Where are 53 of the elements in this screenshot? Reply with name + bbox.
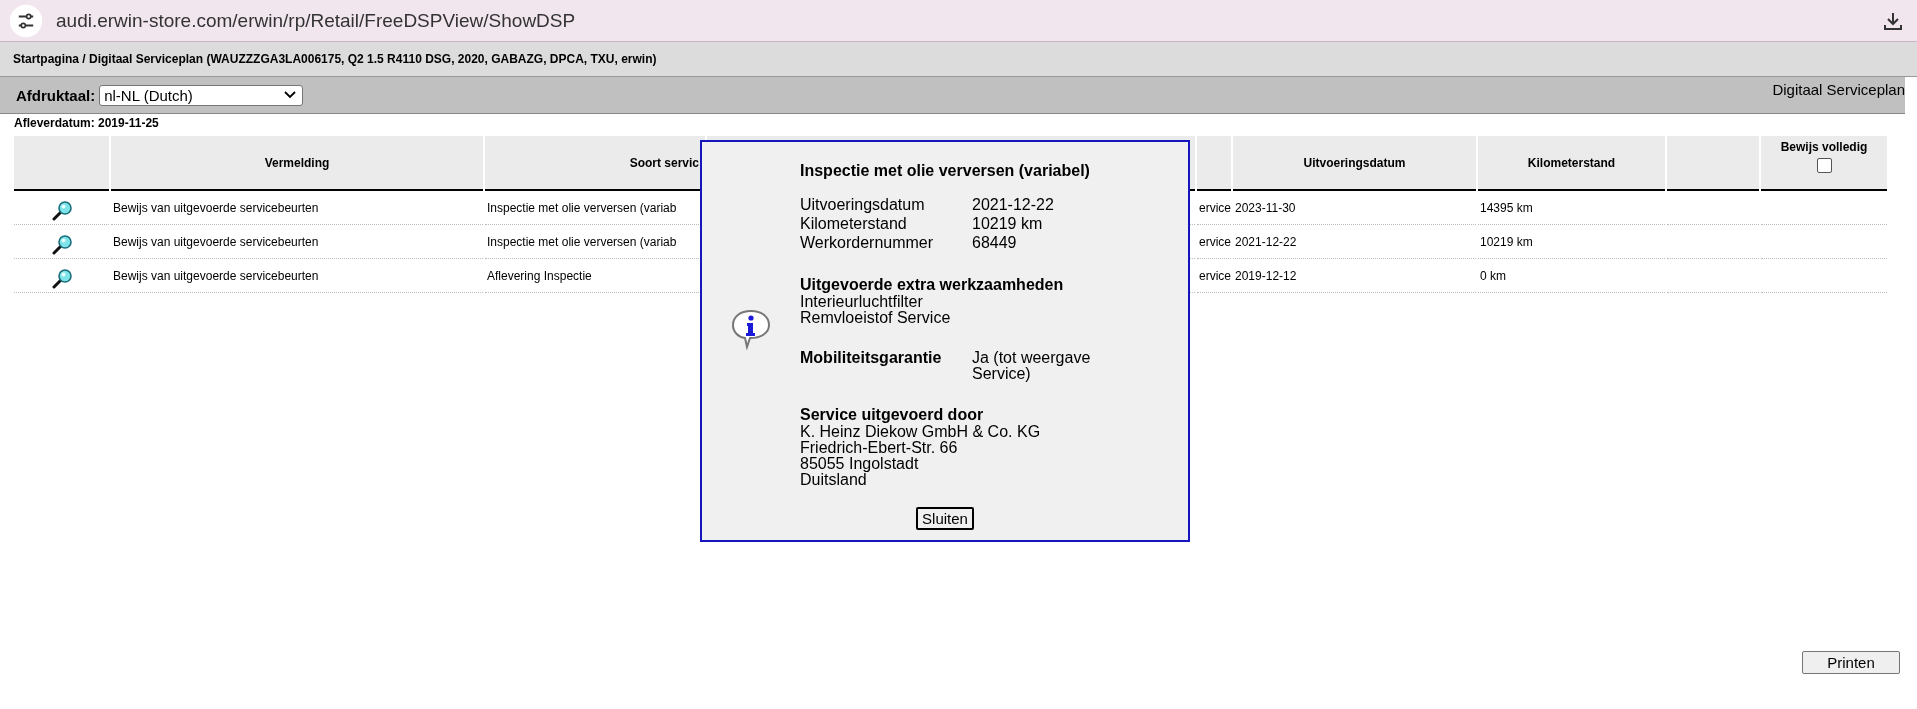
delivery-date: Afleverdatum: 2019-11-25: [14, 116, 160, 130]
table-cell: 10219 km: [1480, 234, 1533, 249]
url-text[interactable]: audi.erwin-store.com/erwin/rp/Retail/FreeDSPView/ShowDSP: [56, 9, 576, 32]
language-label: Afdruktaal:: [16, 86, 96, 104]
field-value: Ja (tot weergave Service): [972, 350, 1092, 382]
section-heading: Service uitgevoerd door: [800, 406, 985, 424]
table-cell: Inspectie met olie verversen (variab: [487, 200, 677, 215]
work-item: Remvloeistof Service: [800, 310, 952, 326]
field-label: Kilometerstand: [800, 215, 908, 233]
address-line: Friedrich-Ebert-Str. 66: [800, 440, 959, 456]
header-cell: [1197, 136, 1231, 191]
table-cell: 2023-11-30: [1235, 200, 1296, 215]
table-cell: Inspectie met olie verversen (variab: [487, 234, 677, 249]
site-settings-icon[interactable]: [8, 2, 44, 39]
table-cell: ervice: [1199, 268, 1231, 283]
header-cell: Kilometerstand: [1478, 136, 1665, 191]
magnifier-icon[interactable]: [51, 199, 74, 222]
header-cell: Soort servic: [485, 136, 705, 191]
magnifier-icon[interactable]: [51, 267, 74, 290]
table-cell: ervice: [1199, 200, 1231, 215]
close-button[interactable]: Sluiten: [916, 507, 974, 530]
address-line: Duitsland: [800, 472, 867, 488]
work-item: Interieurluchtfilter: [800, 294, 924, 310]
page-title: Digitaal Serviceplan: [1772, 81, 1905, 98]
section-heading: Uitgevoerde extra werkzaamheden: [800, 276, 1065, 294]
table-cell: Bewijs van uitgevoerde servicebeurten: [113, 234, 319, 249]
chevron-down-icon: [284, 91, 297, 99]
language-select[interactable]: nl-NL (Dutch): [99, 84, 304, 106]
breadcrumb: Startpagina / Digitaal Serviceplan (WAUZZZGA3LA006175, Q2 1.5 R4110 DSG, 2020, GABAZG, DPCA, TXU, erwin): [13, 52, 657, 66]
field-label: Werkordernummer: [800, 234, 935, 252]
table-cell: Bewijs van uitgevoerde servicebeurten: [113, 268, 319, 283]
field-value: 10219 km: [972, 215, 1044, 233]
table-cell: Bewijs van uitgevoerde servicebeurten: [113, 200, 319, 215]
table-cell: Aflevering Inspectie: [487, 268, 592, 283]
address-line: K. Heinz Diekow GmbH & Co. KG: [800, 424, 1042, 440]
info-icon: [730, 307, 772, 350]
header-label: Bewijs volledig: [1780, 140, 1868, 154]
address-line: 85055 Ingolstadt: [800, 456, 920, 472]
table-cell: 2019-12-12: [1235, 268, 1297, 283]
table-cell: ervice: [1199, 234, 1231, 249]
header-cell: Uitvoeringsdatum: [1233, 136, 1476, 191]
table-cell: 0 km: [1480, 268, 1507, 283]
section-heading: Mobiliteitsgarantie: [800, 350, 943, 368]
print-button[interactable]: Printen: [1802, 651, 1900, 674]
dialog-title: Inspectie met olie verversen (variabel): [800, 162, 1091, 180]
field-value: 2021-12-22: [972, 196, 1055, 214]
magnifier-icon[interactable]: [51, 233, 74, 256]
field-value: 68449: [972, 234, 1018, 252]
table-cell: 2021-12-22: [1235, 234, 1297, 249]
checkbox[interactable]: [1816, 158, 1832, 173]
header-cell: Vermelding: [111, 136, 483, 191]
table-cell: 14395 km: [1480, 200, 1533, 215]
field-label: Uitvoeringsdatum: [800, 196, 926, 214]
